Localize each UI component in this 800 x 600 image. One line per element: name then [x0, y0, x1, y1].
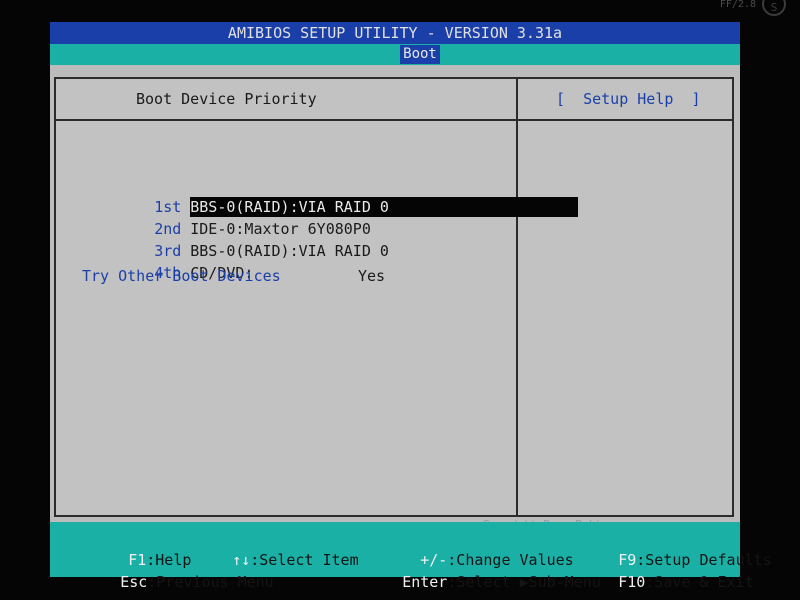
tab-bar: Boot: [50, 44, 740, 65]
right-panel-header: [ Setup Help ]: [518, 79, 732, 121]
try-other-boot-devices-value[interactable]: Yes: [358, 267, 385, 285]
bios-title-bar: AMIBIOS SETUP UTILITY - VERSION 3.31a: [50, 22, 740, 44]
frame-top-right-text: FF/2.8: [719, 0, 756, 10]
key-help-f10: F10:Save & Exit: [564, 552, 754, 600]
key-name: Enter: [402, 573, 448, 591]
boot-device-row-1st[interactable]: 1st BBS-0(RAID):VIA RAID 0: [82, 177, 579, 217]
key-name: F10: [618, 573, 646, 591]
panel-title: Boot Device Priority: [136, 90, 317, 108]
frame-circle-icon: S: [762, 0, 786, 16]
key-desc: :Save & Exit: [645, 573, 754, 591]
setup-help-title: [ Setup Help ]: [556, 90, 701, 108]
boot-device-row-3rd[interactable]: 3rd BBS-0(RAID):VIA RAID 0: [82, 221, 389, 260]
boot-device-row-4th[interactable]: 4th CD/DVD:: [82, 243, 253, 282]
try-other-boot-devices-label[interactable]: Try Other Boot Devices: [82, 267, 281, 285]
tab-boot[interactable]: Boot: [400, 45, 440, 64]
key-desc: :Previous Menu: [147, 573, 274, 591]
bios-title: AMIBIOS SETUP UTILITY - VERSION 3.31a: [227, 24, 563, 42]
key-help-esc: Esc:Previous Menu: [66, 552, 274, 600]
left-panel: Boot Device Priority 1st BBS-0(RAID):VIA …: [56, 79, 579, 515]
main-frame: Boot Device Priority 1st BBS-0(RAID):VIA …: [54, 77, 734, 517]
boot-device-row-2nd[interactable]: 2nd IDE-0:Maxtor 6Y080P0: [82, 199, 371, 238]
key-help-enter: Enter:Select ▶Sub-Menu: [348, 552, 601, 600]
left-panel-header: Boot Device Priority: [56, 79, 516, 121]
frame-circle-glyph: S: [770, 1, 778, 14]
key-name: Esc: [120, 573, 148, 591]
key-help-bar: F1:Help ↑↓:Select Item +/-:Change Values…: [50, 522, 772, 591]
bios-screen: AMIBIOS SETUP UTILITY - VERSION 3.31a Bo…: [50, 22, 772, 591]
